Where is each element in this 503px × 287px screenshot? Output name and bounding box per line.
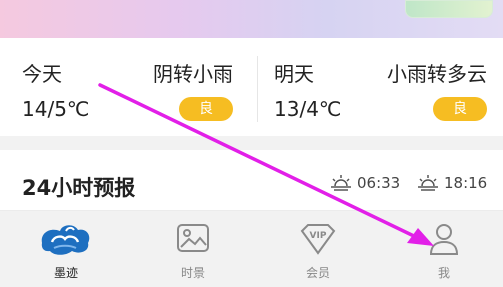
tab-vip-label: 会员 (305, 266, 330, 280)
sunset-time: 18:16 (417, 174, 487, 192)
today-temperature: 14/5℃ (22, 97, 90, 121)
tab-vip[interactable]: VIP 会员 (278, 221, 358, 281)
photo-icon (177, 224, 209, 252)
top-banner[interactable] (0, 0, 503, 38)
today-label: 今天 (22, 62, 62, 86)
tab-me[interactable]: 我 (404, 221, 484, 281)
sunrise-time: 06:33 (330, 174, 400, 192)
hourly-title: 24小时预报 (22, 176, 136, 200)
hourly-forecast-header[interactable]: 24小时预报 06:33 18:16 (0, 150, 503, 210)
user-icon (429, 224, 459, 255)
today-forecast[interactable]: 今天 阴转小雨 14/5℃ 良 (0, 38, 257, 136)
tomorrow-aqi-badge: 良 (433, 97, 487, 121)
banner-thumbnail[interactable] (405, 0, 493, 18)
tomorrow-condition: 小雨转多云 (387, 62, 487, 86)
tab-photo[interactable]: 时景 (153, 221, 233, 281)
bottom-tab-bar: 墨迹 时景 VIP 会员 我 (0, 210, 503, 287)
tab-me-label: 我 (437, 266, 450, 280)
daily-forecast-card[interactable]: 今天 阴转小雨 14/5℃ 良 明天 小雨转多云 13/4℃ 良 (0, 38, 503, 136)
tab-moji-label: 墨迹 (53, 266, 78, 280)
vip-icon: VIP (300, 224, 336, 255)
moji-logo-icon (41, 225, 90, 255)
today-aqi-badge: 良 (179, 97, 233, 121)
sunset-time-text: 18:16 (444, 174, 488, 192)
sunrise-icon (331, 175, 351, 191)
tab-moji[interactable]: 墨迹 (26, 221, 106, 281)
svg-text:VIP: VIP (310, 231, 327, 241)
today-condition: 阴转小雨 (153, 62, 233, 86)
tomorrow-forecast[interactable]: 明天 小雨转多云 13/4℃ 良 (258, 38, 503, 136)
tab-photo-label: 时景 (180, 266, 205, 280)
sunset-icon (418, 175, 438, 191)
tomorrow-label: 明天 (274, 62, 314, 86)
sunrise-time-text: 06:33 (357, 174, 401, 192)
tomorrow-temperature: 13/4℃ (274, 97, 342, 121)
